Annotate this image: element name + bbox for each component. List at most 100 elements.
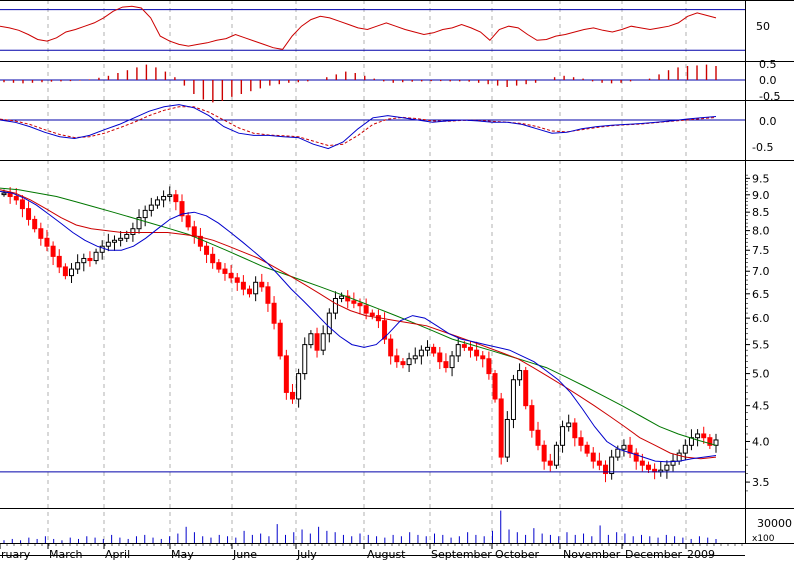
histogram-panel: [0, 64, 745, 103]
price-tick-label: 9.5: [752, 172, 770, 185]
candle-body: [259, 281, 265, 288]
candle-body: [437, 352, 443, 363]
candle-body: [56, 255, 62, 268]
candle-body: [596, 460, 602, 466]
macd-tick-label: 0.0: [759, 115, 777, 128]
candle-body: [517, 370, 523, 381]
month-label: June: [232, 548, 257, 561]
candle-body: [240, 281, 246, 290]
candle-body: [369, 312, 375, 317]
candle-body: [253, 281, 259, 295]
price-tick-label: 5.5: [752, 339, 770, 352]
candle-body: [645, 464, 651, 470]
price-tick-label: 8.5: [752, 206, 770, 219]
candle-body: [400, 361, 406, 366]
rsi-panel: [0, 5, 745, 51]
candle-body: [13, 195, 19, 201]
candle-body: [584, 444, 590, 454]
price-tick-label: 3.5: [752, 476, 770, 489]
candle-body: [32, 218, 38, 230]
candle-body: [142, 209, 148, 219]
candle-body: [363, 305, 369, 314]
histogram-tick-label: 0.5: [759, 58, 777, 71]
candle-body: [167, 194, 173, 197]
stock-chart: 3.5 4.0 4.5 5.0 5.5 6.0 6.5 7.0 7.5 8.0 8.5 9.0 9.5 5…: [0, 0, 794, 561]
candle-body: [44, 237, 50, 247]
candle-body: [547, 460, 553, 466]
candle-body: [111, 239, 117, 243]
candle-body: [431, 346, 437, 354]
candle-body: [553, 444, 559, 466]
candle-body: [50, 245, 56, 257]
month-label: ruary: [1, 548, 31, 561]
candle-body: [277, 322, 283, 357]
price-tick-label: 7.0: [752, 265, 770, 278]
candle-body: [296, 373, 302, 400]
candle-body: [560, 426, 566, 446]
candle-body: [510, 379, 516, 420]
candle-body: [541, 444, 547, 462]
candle-body: [204, 245, 210, 255]
price-tick-label: 4.0: [752, 435, 770, 448]
candle-body: [308, 333, 314, 346]
candle-body: [504, 418, 510, 458]
candle-body: [228, 272, 234, 279]
candle-body: [161, 195, 167, 201]
month-label: May: [171, 548, 194, 561]
candle-body: [615, 448, 621, 458]
candle-body: [81, 257, 87, 264]
candle-body: [105, 241, 111, 247]
month-label: July: [296, 548, 317, 561]
candle-body: [609, 456, 615, 475]
price-tick-label: 8.0: [752, 225, 770, 238]
candle-body: [289, 391, 295, 400]
macd-tick-label: -0.5: [752, 141, 773, 154]
candle-body: [572, 422, 578, 439]
month-label: 2009: [687, 548, 715, 561]
axis-labels: 3.5 4.0 4.5 5.0 5.5 6.0 6.5 7.0 7.5 8.0 8.5 9.0 9.5 5…: [0, 20, 792, 561]
price-tick-label: 6.0: [752, 312, 770, 325]
candle-body: [523, 370, 529, 407]
moving-average-long: [0, 187, 717, 446]
candle-body: [185, 215, 191, 228]
candle-body: [412, 355, 418, 360]
candle-body: [93, 251, 99, 262]
candle-body: [154, 199, 160, 206]
candle-body: [265, 286, 271, 304]
macd-line: [0, 104, 717, 150]
candle-body: [388, 338, 394, 357]
month-label: August: [367, 548, 406, 561]
candle-body: [283, 355, 289, 393]
candle-body: [216, 262, 222, 270]
candle-body: [461, 344, 467, 348]
candle-body: [124, 233, 130, 239]
candle-body: [75, 262, 81, 270]
candle-body: [191, 226, 197, 237]
macd-signal-line: [0, 106, 717, 147]
candle-body: [222, 268, 228, 274]
candle-body: [492, 373, 498, 400]
candle-body: [130, 228, 136, 235]
candle-body: [664, 464, 670, 471]
candle-body: [566, 422, 572, 428]
candle-body: [7, 192, 13, 197]
candle-body: [682, 444, 688, 454]
candle-body: [529, 405, 535, 431]
price-tick-label: 5.0: [752, 368, 770, 381]
month-label: April: [105, 548, 130, 561]
candle-body: [695, 433, 701, 439]
month-label: October: [495, 548, 539, 561]
price-panel: [0, 186, 745, 483]
candle-body: [62, 266, 68, 277]
candle-body: [621, 444, 627, 450]
candle-body: [118, 237, 124, 241]
candle-body: [234, 277, 240, 283]
candle-body: [498, 398, 504, 458]
candle-body: [486, 358, 492, 375]
candle-body: [320, 333, 326, 351]
candle-body: [332, 297, 338, 314]
candle-body: [351, 300, 357, 304]
moving-average-medium: [0, 189, 717, 460]
candle-body: [639, 460, 645, 466]
histogram-tick-label: 0.0: [759, 74, 777, 87]
